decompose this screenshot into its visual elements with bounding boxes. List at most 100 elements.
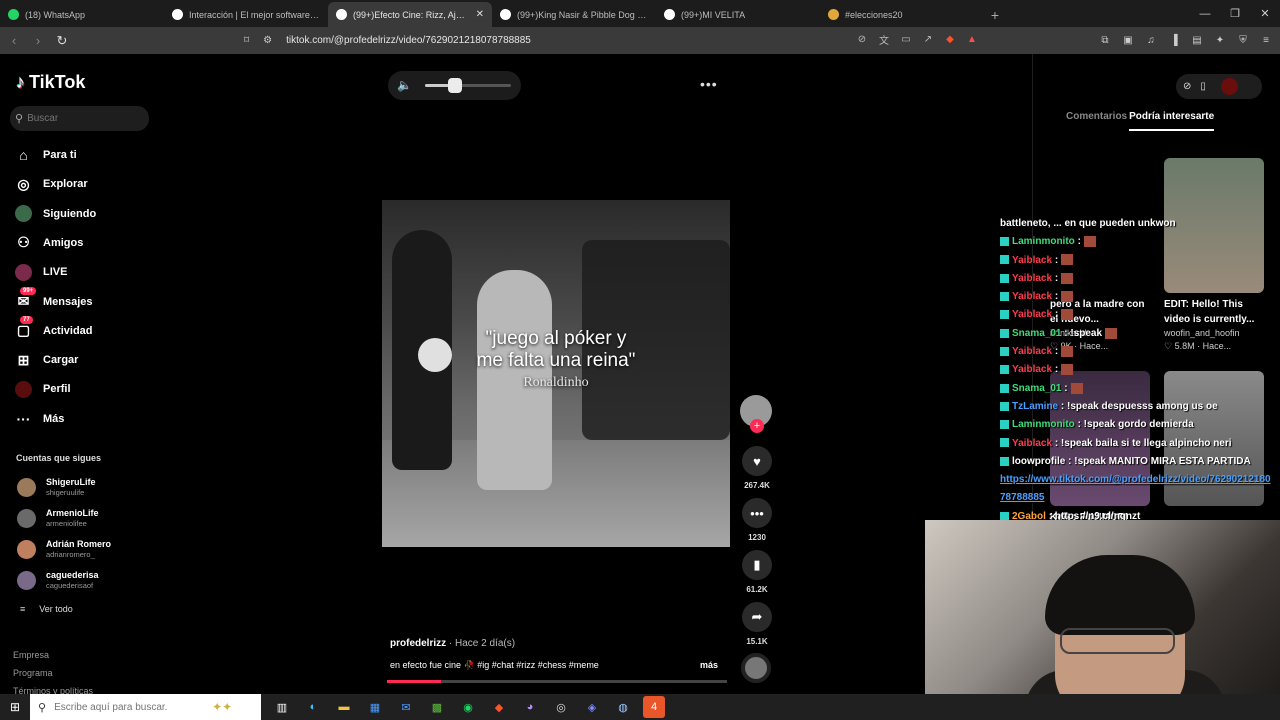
browser-tab[interactable]: #elecciones20 (820, 2, 984, 27)
sidebar-item-profile[interactable]: Perfil (15, 378, 71, 400)
browser-tab[interactable]: Interacción | El mejor software para p (164, 2, 328, 27)
following-account[interactable]: Adrián Romero adrianromero_ (17, 537, 111, 561)
sidebar-item-more[interactable]: ··· Más (15, 408, 65, 430)
notification-badge: 77 (20, 316, 33, 325)
address-bar: ‹ › ↻ ⌑ ⚙ tiktok.com/@profedelrizz/video… (0, 27, 1280, 54)
comment-button[interactable]: ••• 1230 (740, 498, 774, 542)
forward-icon[interactable]: › (28, 31, 48, 51)
taskbar-search-input[interactable] (54, 701, 205, 713)
tiktok-logo[interactable]: ♪ TikTok (16, 72, 85, 93)
windows-start-icon[interactable]: ⊞ (0, 694, 30, 720)
sidebar-item-following[interactable]: Siguiendo (15, 203, 96, 225)
site-info-icon[interactable]: ⚙ (263, 35, 272, 46)
sidebar-item-compass[interactable]: ◎ Explorar (15, 173, 88, 195)
install-icon[interactable]: ▭ (899, 32, 913, 46)
video-player[interactable]: "juego al póker y me falta una reina" Ro… (382, 200, 730, 547)
more-link[interactable]: más (700, 660, 718, 670)
video-author[interactable]: profedelrizz · Hace 2 día(s) (390, 638, 515, 649)
tab-comments[interactable]: Comentarios (1066, 111, 1127, 131)
bookmark-icon[interactable]: ⌑ (244, 35, 249, 46)
browser-tab[interactable]: (99+)MI VELITA (656, 2, 820, 27)
sidebar-item-activity[interactable]: ▢ 77 Actividad (15, 316, 93, 342)
app-4-icon[interactable]: 4 (643, 696, 665, 718)
close-window-icon[interactable]: ✕ (1250, 0, 1280, 27)
video-progress-bar[interactable] (387, 680, 727, 683)
leo-icon[interactable]: ✦ (1212, 32, 1228, 48)
wallet-icon[interactable]: ▤ (1189, 32, 1205, 48)
spotify-icon[interactable]: ◉ (457, 696, 479, 718)
music-disc-icon[interactable] (741, 653, 771, 683)
close-tab-icon[interactable]: ✕ (476, 9, 484, 20)
volume-slider[interactable] (425, 78, 511, 93)
stream-chat-overlay: battleneto, ... en que pueden unkwon Lami… (1000, 215, 1280, 526)
translate-icon[interactable]: 文 (877, 32, 891, 47)
search-box[interactable]: ⚲ (10, 106, 149, 131)
save-button[interactable]: ▮ 61.2K (740, 550, 774, 594)
mail-icon[interactable]: ✉ (395, 696, 417, 718)
see-all-link[interactable]: ≡ Ver todo (20, 604, 73, 614)
author-username[interactable]: profedelrizz (390, 638, 446, 649)
search-input[interactable] (27, 113, 138, 124)
screenshot-icon[interactable]: ▣ (1120, 32, 1136, 48)
reload-icon[interactable]: ↻ (52, 31, 72, 51)
like-count: 267.4K (744, 481, 770, 490)
file-explorer-icon[interactable]: ▬ (333, 696, 355, 718)
tab-suggestions[interactable]: Podría interesarte (1129, 111, 1215, 131)
taskbar-search[interactable]: ⚲ ✦✦ (30, 694, 261, 720)
back-icon[interactable]: ‹ (4, 31, 24, 51)
restore-icon[interactable]: ❐ (1220, 0, 1250, 27)
browser-tab[interactable]: (18) WhatsApp (0, 2, 164, 27)
user-avatar[interactable] (1220, 78, 1238, 95)
chat-badge-icon (1000, 438, 1009, 448)
follow-plus-icon[interactable]: + (750, 419, 764, 433)
footer-link-empresa[interactable]: Empresa (13, 646, 93, 664)
sidebar-item-live[interactable]: LIVE (15, 261, 67, 283)
chat-text[interactable]: https://www.tiktok.com/@profedelrizz/vid… (1000, 474, 1271, 485)
vpn-icon[interactable]: ⛨ (1235, 32, 1251, 48)
media-icon[interactable]: ♫ (1143, 32, 1159, 48)
extensions-icon[interactable]: ⧉ (1097, 32, 1113, 48)
menu-icon[interactable]: ≡ (1258, 32, 1274, 48)
volume-thumb[interactable] (448, 78, 463, 93)
chat-text[interactable]: 78788885 (1000, 492, 1045, 503)
new-tab-button[interactable]: + (984, 2, 1006, 27)
footer-link-programa[interactable]: Programa (13, 664, 93, 682)
share-button[interactable]: ➦ 15.1K (740, 602, 774, 646)
coins-icon[interactable]: ⊘ (1183, 81, 1191, 92)
like-button[interactable]: ♥ 267.4K (740, 446, 774, 490)
discord-icon[interactable]: ◕ (519, 696, 541, 718)
account-name: ShigeruLife (46, 477, 96, 487)
following-account[interactable]: ShigeruLife shigeruulife (17, 475, 96, 499)
sidebar-item-upload[interactable]: ⊞ Cargar (15, 349, 79, 371)
following-account[interactable]: caguederisa caguederisaof (17, 568, 99, 592)
device-icon[interactable]: ▯ (1200, 81, 1206, 92)
right-tabs: Comentarios Podría interesarte (1066, 111, 1215, 131)
minecraft-icon[interactable]: ▩ (426, 696, 448, 718)
sidebar-item-home[interactable]: ⌂ Para ti (15, 144, 76, 166)
browser-tab[interactable]: (99+)King Nasir & Pibble Dog Dance (492, 2, 656, 27)
obs-icon[interactable]: ◎ (550, 696, 572, 718)
sidebar-item-messages[interactable]: ✉ 99+ Mensajes (15, 287, 93, 313)
more-options-icon[interactable]: ••• (700, 76, 718, 92)
volume-icon[interactable]: 🔈 (397, 78, 412, 92)
share-icon[interactable]: ↗ (921, 32, 935, 46)
sidebar-toggle-icon[interactable]: ▐ (1166, 32, 1182, 48)
brave-shield-icon[interactable]: ◆ (943, 32, 957, 46)
following-account[interactable]: ArmenioLife armeniolifee (17, 506, 99, 530)
chat-message: Yaiblack : (1000, 306, 1280, 324)
minimize-icon[interactable]: — (1190, 0, 1220, 27)
sidebar-item-friends[interactable]: ⚇ Amigos (15, 232, 83, 254)
chat-username: Yaiblack (1012, 291, 1053, 303)
edge-icon[interactable]: ◐ (302, 696, 324, 718)
sparkle-icon: ✦✦ (212, 700, 233, 714)
sidebar-item-label: Explorar (43, 178, 88, 191)
browser-tab[interactable]: (99+)Efecto Cine: Rizz, Ajedre ✕ (328, 2, 492, 27)
app-icon[interactable]: ◈ (581, 696, 603, 718)
cast-off-icon[interactable]: ⊘ (855, 32, 869, 46)
brave-rewards-icon[interactable]: ▲ (965, 32, 979, 46)
steam-icon[interactable]: ◍ (612, 696, 634, 718)
chat-badge-icon (1000, 328, 1009, 338)
task-view-icon[interactable]: ▥ (271, 696, 293, 718)
brave-icon[interactable]: ◆ (488, 696, 510, 718)
store-icon[interactable]: ▦ (364, 696, 386, 718)
